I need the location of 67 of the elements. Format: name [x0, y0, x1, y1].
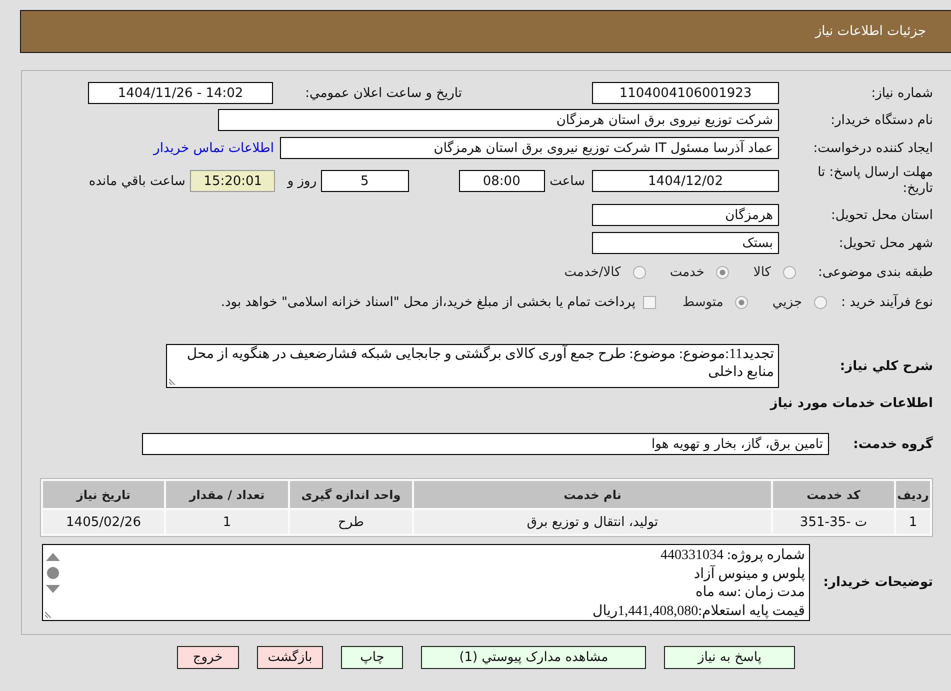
table-header-cell: تاریخ نیاز	[43, 481, 164, 508]
field-label: طبقه بندی موضوعی:	[816, 264, 933, 280]
need-number-field[interactable]: 1104004106001923	[592, 82, 779, 104]
deadline-time-field[interactable]: 08:00	[458, 170, 545, 192]
checkbox-label: پرداخت تمام یا بخشی از مبلغ خرید،از محل "اسناد خزانه اسلامی" خواهد بود.	[220, 294, 636, 310]
service-group-field[interactable]: تامین برق، گاز، بخار و تهویه هوا	[142, 433, 829, 455]
field-label: شرح کلي نیاز:	[838, 358, 933, 374]
page-title: جزئیات اطلاعات نیاز	[815, 24, 926, 39]
description-text: تجدید11:موضوع: موضوع: طرح جمع آوری کالای برگشتی و جابجایی شبکه فشارضعیف در هنگویه از محل منابع داخلی	[186, 346, 774, 382]
radio-label: جزيي	[772, 294, 802, 310]
description-field[interactable]: تجدید11:موضوع: موضوع: طرح جمع آوری کالای برگشتی و جابجایی شبکه فشارضعیف در هنگویه از محل منابع داخلی	[166, 344, 779, 388]
announce-date-field[interactable]: 1404/11/26 - 14:02	[88, 82, 273, 104]
table-header-cell: تعداد / مقدار	[166, 481, 288, 508]
table-header-cell: ردیف	[896, 481, 930, 508]
remaining-time-field: 15:20:01	[190, 170, 276, 192]
field-label: ساعت باقي مانده	[88, 174, 186, 188]
buyer-notes-field[interactable]: شماره پروژه: 440331034 پلوس و مینوس آزاد مدت زمان :سه ماه قیمت پایه استعلام:1,441,408,080ریال	[42, 544, 810, 621]
province-field[interactable]: هرمزگان	[592, 204, 779, 226]
buyer-contact-link[interactable]: اطلاعات تماس خریدار	[154, 140, 274, 156]
city-field[interactable]: بستک	[592, 232, 779, 254]
table-cell: 1	[166, 510, 288, 534]
scroll-up-icon[interactable]	[46, 553, 60, 561]
radio-label: کالا/خدمت	[564, 264, 621, 280]
table-cell: 1	[896, 510, 930, 534]
radio-button[interactable]	[632, 266, 646, 278]
table-header-cell: واحد اندازه گیری	[290, 481, 412, 508]
table-header-cell: نام خدمت	[414, 481, 771, 508]
buyer-org-field[interactable]: شرکت توزیع نیروی برق استان هرمزگان	[218, 109, 779, 131]
buyer-notes-text: شماره پروژه: 440331034 پلوس و مینوس آزاد مدت زمان :سه ماه قیمت پایه استعلام:1,441,408,080ریال	[592, 547, 806, 620]
table-cell: تولید، انتقال و توزیع برق	[414, 510, 771, 534]
field-label: نام دستگاه خریدار:	[830, 112, 933, 128]
field-label: گروه خدمت:	[852, 436, 933, 452]
field-label: استان محل تحویل:	[830, 208, 933, 222]
radio-label: متوسط	[682, 294, 724, 310]
scroll-thumb[interactable]	[47, 567, 59, 579]
radio-button[interactable]	[783, 266, 796, 278]
field-label: مهلت ارسال پاسخ: تا تاریخ:	[816, 165, 933, 197]
field-label: شماره نیاز:	[870, 86, 933, 100]
resize-grip-icon[interactable]	[169, 377, 177, 385]
field-label: ایجاد کننده درخواست:	[812, 140, 933, 156]
deadline-date-field[interactable]: 1404/12/02	[592, 170, 779, 192]
table-cell: ت -35-351	[773, 510, 894, 534]
field-label: روز و	[287, 174, 317, 188]
field-label: توضیحات خریدار:	[822, 575, 933, 590]
action-button[interactable]: بازگشت	[256, 646, 324, 669]
radio-label: کالا	[753, 264, 771, 280]
days-field[interactable]: 5	[320, 170, 409, 192]
scroll-down-icon[interactable]	[46, 585, 60, 593]
radio-button[interactable]	[735, 296, 748, 308]
action-button[interactable]: خروج	[176, 646, 239, 669]
action-button[interactable]: پاسخ به نیاز	[664, 646, 796, 669]
radio-button[interactable]	[716, 266, 730, 278]
field-label: ساعت	[550, 174, 585, 188]
action-button[interactable]: مشاهده مدارک پیوستي (1)	[421, 646, 646, 669]
field-label: تاریخ و ساعت اعلان عمومي:	[305, 86, 462, 100]
radio-button[interactable]	[814, 296, 827, 308]
field-label: شهر محل تحویل:	[838, 236, 933, 250]
requester-field[interactable]: عماد آذرسا مسئول IT شرکت توزیع نیروی برق استان هرمزگان	[280, 137, 779, 159]
checkbox[interactable]	[643, 296, 656, 308]
table-cell: طرح	[290, 510, 412, 534]
radio-label: خدمت	[670, 264, 704, 280]
action-button[interactable]: چاپ	[341, 646, 404, 669]
section-heading: اطلاعات خدمات مورد نیاز	[768, 395, 933, 413]
table-cell: 1405/02/26	[43, 510, 164, 534]
field-label: نوع فرآیند خرید :	[840, 294, 933, 310]
resize-grip-icon[interactable]	[45, 610, 53, 618]
table-header-cell: کد خدمت	[773, 481, 894, 508]
